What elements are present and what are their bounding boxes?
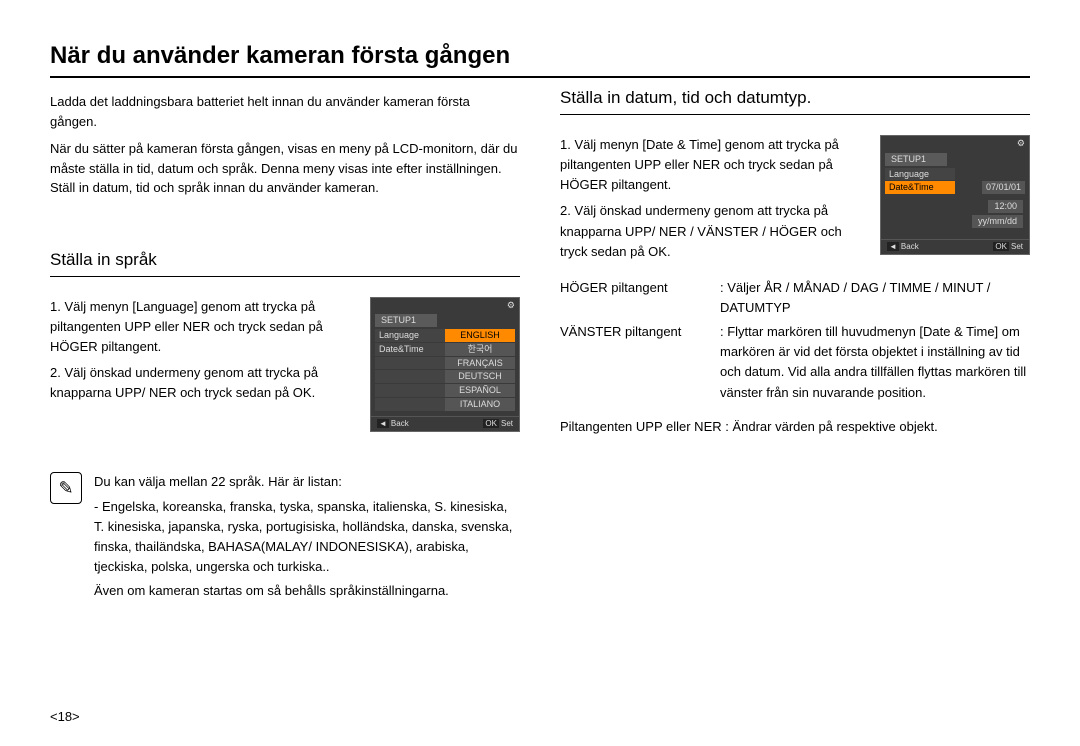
date-step1: 1. Välj menyn [Date & Time] genom att tr… (560, 135, 868, 195)
subheading-language: Ställa in språk (50, 250, 520, 277)
lcd-menu2: Language Date&Time 07/01/01 (881, 166, 1029, 200)
lcd-tab-setup: SETUP1 (375, 314, 437, 327)
page-number: <18> (50, 709, 80, 724)
note-box: ✎ Du kan välja mellan 22 språk. Här är l… (50, 472, 520, 605)
lcd-tab-setup2: SETUP1 (885, 153, 947, 166)
key-definitions: HÖGER piltangent : Väljer ÅR / MÅNAD / D… (560, 278, 1030, 437)
language-step-text: 1. Välj menyn [Language] genom att tryck… (50, 297, 358, 410)
def-def-right: : Väljer ÅR / MÅNAD / DAG / TIMME / MINU… (720, 278, 1030, 318)
lcd-opt-it: ITALIANO (445, 398, 515, 411)
def-term-right: HÖGER piltangent (560, 278, 720, 318)
lcd-language-screen: ⚙ SETUP1 Language ENGLISH Date&Time 한국어 … (370, 297, 520, 433)
lcd-left-language: Language (375, 329, 445, 342)
lcd-left-datetime2: Date&Time (885, 181, 955, 194)
lcd-left-language2: Language (885, 168, 955, 181)
manual-page: När du använder kameran första gången La… (0, 0, 1080, 746)
def-row: VÄNSTER piltangent : Flyttar markören ti… (560, 322, 1030, 403)
gear-icon: ⚙ (1017, 138, 1025, 149)
intro-text: Ladda det laddningsbara batteriet helt i… (50, 92, 520, 198)
note-line2: Även om kameran startas om så behålls sp… (94, 581, 520, 601)
left-column: Ladda det laddningsbara batteriet helt i… (50, 92, 520, 605)
lcd-opt-es: ESPAÑOL (445, 384, 515, 397)
lcd-opt-english: ENGLISH (445, 329, 515, 342)
lcd-footer: ◄Back OKSet (371, 416, 519, 432)
lcd-topbar2: ⚙ (881, 136, 1029, 151)
content-columns: Ladda det laddningsbara batteriet helt i… (50, 92, 1030, 605)
lang-step2: 2. Välj önskad undermeny genom att tryck… (50, 363, 358, 403)
lang-step1: 1. Välj menyn [Language] genom att tryck… (50, 297, 358, 357)
lcd-topbar: ⚙ (371, 298, 519, 313)
lcd-val-fmt: yy/mm/dd (972, 215, 1023, 228)
lcd-opt-fr: FRANÇAIS (445, 357, 515, 370)
datetime-step-text: 1. Välj menyn [Date & Time] genom att tr… (560, 135, 868, 268)
note-icon: ✎ (50, 472, 82, 504)
def-def-left: : Flyttar markören till huvudmenyn [Date… (720, 322, 1030, 403)
gear-icon: ⚙ (507, 300, 515, 311)
right-column: Ställa in datum, tid och datumtyp. 1. Vä… (560, 92, 1030, 605)
lcd-val-time: 12:00 (988, 200, 1023, 213)
note-line1: Du kan välja mellan 22 språk. Här är lis… (94, 472, 520, 492)
left-arrow-icon: ◄ (377, 419, 389, 428)
datetime-steps: 1. Välj menyn [Date & Time] genom att tr… (560, 135, 1030, 268)
def-footer: Piltangenten UPP eller NER : Ändrar värd… (560, 417, 1030, 437)
subheading-datetime: Ställa in datum, tid och datumtyp. (560, 88, 1030, 115)
def-row: HÖGER piltangent : Väljer ÅR / MÅNAD / D… (560, 278, 1030, 318)
date-step2: 2. Välj önskad undermeny genom att tryck… (560, 201, 868, 261)
intro-p1: Ladda det laddningsbara batteriet helt i… (50, 92, 520, 131)
lcd-datetime-screen: ⚙ SETUP1 Language Date&Time 07/01/01 12:… (880, 135, 1030, 255)
left-arrow-icon: ◄ (887, 242, 899, 251)
lcd-val-date: 07/01/01 (982, 181, 1025, 194)
note-text: Du kan välja mellan 22 språk. Här är lis… (94, 472, 520, 605)
note-langlist: - Engelska, koreanska, franska, tyska, s… (94, 497, 520, 578)
page-title: När du använder kameran första gången (50, 42, 1030, 78)
lcd-footer2: ◄Back OKSet (881, 239, 1029, 255)
lcd-opt-korean: 한국어 (445, 343, 515, 356)
intro-p2: När du sätter på kameran första gången, … (50, 139, 520, 198)
language-steps: 1. Välj menyn [Language] genom att tryck… (50, 297, 520, 433)
lcd-left-datetime: Date&Time (375, 343, 445, 356)
lcd-menu: Language ENGLISH Date&Time 한국어 FRANÇAIS … (371, 327, 519, 416)
def-term-left: VÄNSTER piltangent (560, 322, 720, 403)
lcd-opt-de: DEUTSCH (445, 370, 515, 383)
